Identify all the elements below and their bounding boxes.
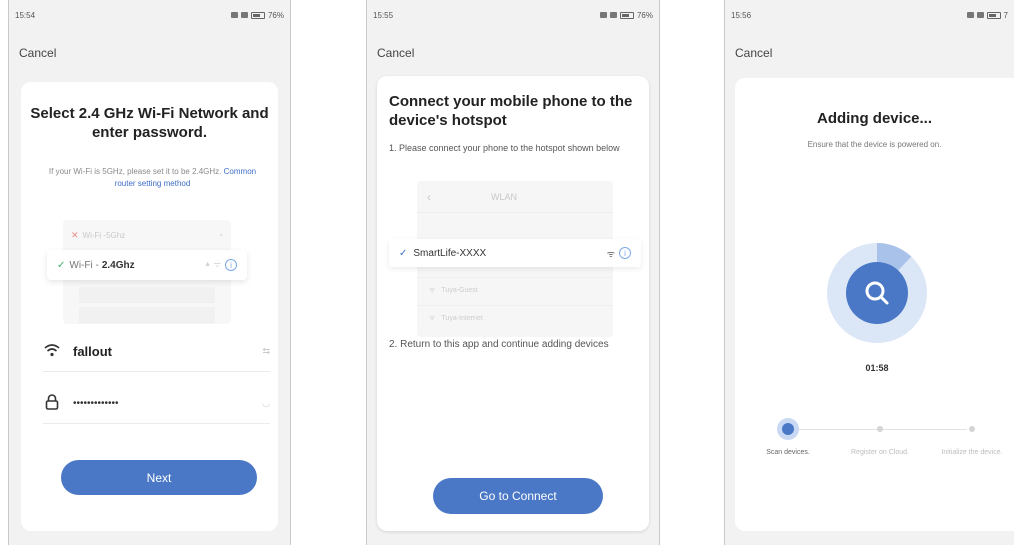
signal-icon <box>240 12 248 18</box>
wifi-24ghz-row: ✓ Wi-Fi - 2.4Ghz ▴ ᯤ i <box>47 250 247 280</box>
status-bar: 15:54 76% <box>9 0 290 30</box>
screen-select-wifi: 15:54 76% Cancel Select 2.4 GHz Wi-Fi Ne… <box>8 0 291 545</box>
info-icon: i <box>225 259 237 271</box>
step-scan: Scan devices. <box>753 418 823 457</box>
status-time: 15:55 <box>373 10 394 20</box>
status-icons: 7 <box>966 10 1008 20</box>
page-title: Connect your mobile phone to the device'… <box>389 93 633 129</box>
wifi-icon <box>43 343 61 361</box>
wifi-name-value: fallout <box>73 344 112 359</box>
next-button[interactable]: Next <box>61 460 257 495</box>
wlan-item-name: Tuya-Internet <box>441 315 483 322</box>
cancel-button[interactable]: Cancel <box>19 46 56 60</box>
wlan-subheader <box>417 213 613 233</box>
wifi-bad-prefix: Wi-Fi - <box>82 230 107 240</box>
battery-icon <box>619 11 634 19</box>
password-value: ••••••••••••• <box>73 398 119 409</box>
battery-percent: 76% <box>267 10 284 20</box>
wifi-name-field[interactable]: fallout ⇆ <box>43 332 270 372</box>
signal-icon <box>976 12 984 18</box>
status-icons: 76% <box>599 10 653 20</box>
info-icon: i <box>619 247 631 259</box>
wifi-placeholder-row <box>63 304 231 326</box>
screen-connect-hotspot: 15:55 76% Cancel Connect your mobile pho… <box>366 0 660 545</box>
step-2-text: 2. Return to this app and continue addin… <box>389 339 609 350</box>
step-1-text: 1. Please connect your phone to the hots… <box>389 143 620 153</box>
wifi-placeholder-row <box>63 284 231 306</box>
wlan-item-name: Tuya-Guest <box>441 287 478 294</box>
step-label: Scan devices. <box>766 449 810 456</box>
wifi-hint: If your Wi-Fi is 5GHz, please set it to … <box>41 166 264 190</box>
step-pending-dot <box>869 418 891 440</box>
wifi-icon: ◔ <box>218 230 223 240</box>
signal-icon <box>599 12 607 18</box>
cancel-button[interactable]: Cancel <box>377 46 414 60</box>
eye-icon[interactable]: ◡ <box>262 398 270 409</box>
switch-network-icon[interactable]: ⇆ <box>262 346 270 357</box>
wifi-row-icons: ▴ ᯤ i <box>206 259 237 271</box>
lock-icon: ▴ <box>205 259 210 268</box>
wifi-hint-text: If your Wi-Fi is 5GHz, please set it to … <box>48 167 222 176</box>
step-pending-dot <box>961 418 983 440</box>
battery-icon <box>986 11 1001 19</box>
battery-percent: 76% <box>636 10 653 20</box>
check-icon: ✓ <box>57 259 66 271</box>
wlan-title: WLAN <box>491 191 518 202</box>
wifi-bad-band: 5Ghz <box>106 230 126 240</box>
adding-device-card: Adding device... Ensure that the device … <box>735 78 1014 531</box>
status-time: 15:56 <box>731 10 752 20</box>
status-bar: 15:56 7 <box>725 0 1014 30</box>
page-title: Select 2.4 GHz Wi-Fi Network and enter p… <box>30 105 269 141</box>
password-field[interactable]: ••••••••••••• ◡ <box>43 384 270 424</box>
countdown-timer: 01:58 <box>865 363 889 373</box>
wlan-selected-network: ✓ SmartLife-XXXX ᯤ i <box>389 239 641 267</box>
wifi-form-card: Select 2.4 GHz Wi-Fi Network and enter p… <box>21 82 278 531</box>
cancel-button[interactable]: Cancel <box>735 46 772 60</box>
status-icons: 76% <box>230 10 284 20</box>
hotspot-card: Connect your mobile phone to the device'… <box>377 76 649 531</box>
battery-percent: 7 <box>1003 10 1008 20</box>
wlan-network-item: ᯤ Tuya-Guest <box>417 277 613 303</box>
wifi-good-band: 2.4Ghz <box>101 259 135 271</box>
page-title: Adding device... <box>816 110 933 127</box>
step-active-dot <box>777 418 799 440</box>
signal-icon <box>966 12 974 18</box>
chevron-left-icon: ‹ <box>427 189 431 204</box>
cross-icon: ✕ <box>71 229 79 240</box>
wifi-5ghz-row: ✕ Wi-Fi - 5Ghz ◔ <box>63 224 231 246</box>
wifi-good-prefix: Wi-Fi - <box>69 259 99 271</box>
wifi-icon: ᯤ <box>429 287 436 294</box>
wifi-icon: ᯤ <box>606 248 615 259</box>
wlan-header: ‹ WLAN <box>417 181 613 213</box>
screen-adding-device: 15:56 7 Cancel Adding device... Ensure t… <box>724 0 1014 545</box>
status-bar: 15:55 76% <box>367 0 659 30</box>
battery-icon <box>250 11 265 19</box>
search-progress-ring <box>827 243 927 343</box>
status-time: 15:54 <box>15 10 36 20</box>
wlan-illustration: ‹ WLAN ✓ SmartLife-XXXX ᯤ i ᯤ Tuya-Guest… <box>389 181 641 337</box>
wlan-network-item: ᯤ Tuya-Internet <box>417 305 613 331</box>
step-label: Initialize the device. <box>941 449 1003 456</box>
step-label: Register on Cloud. <box>851 449 909 456</box>
check-icon: ✓ <box>399 247 408 259</box>
signal-icon <box>609 12 617 18</box>
signal-icon <box>230 12 238 18</box>
step-register: Register on Cloud. <box>845 418 915 457</box>
wifi-illustration: ✕ Wi-Fi - 5Ghz ◔ ✓ Wi-Fi - 2.4Ghz ▴ ᯤ i <box>47 220 247 326</box>
wlan-row-icons: ᯤ i <box>607 247 631 260</box>
lock-icon <box>43 393 61 414</box>
wifi-icon: ᯤ <box>213 260 221 269</box>
power-hint: Ensure that the device is powered on. <box>807 140 942 149</box>
progress-steps: Scan devices. Register on Cloud. Initial… <box>765 418 1003 478</box>
go-to-connect-button[interactable]: Go to Connect <box>433 478 603 514</box>
wlan-selected-name: SmartLife-XXXX <box>413 247 487 259</box>
step-initialize: Initialize the device. <box>937 418 1007 457</box>
wifi-icon: ᯤ <box>429 315 436 322</box>
